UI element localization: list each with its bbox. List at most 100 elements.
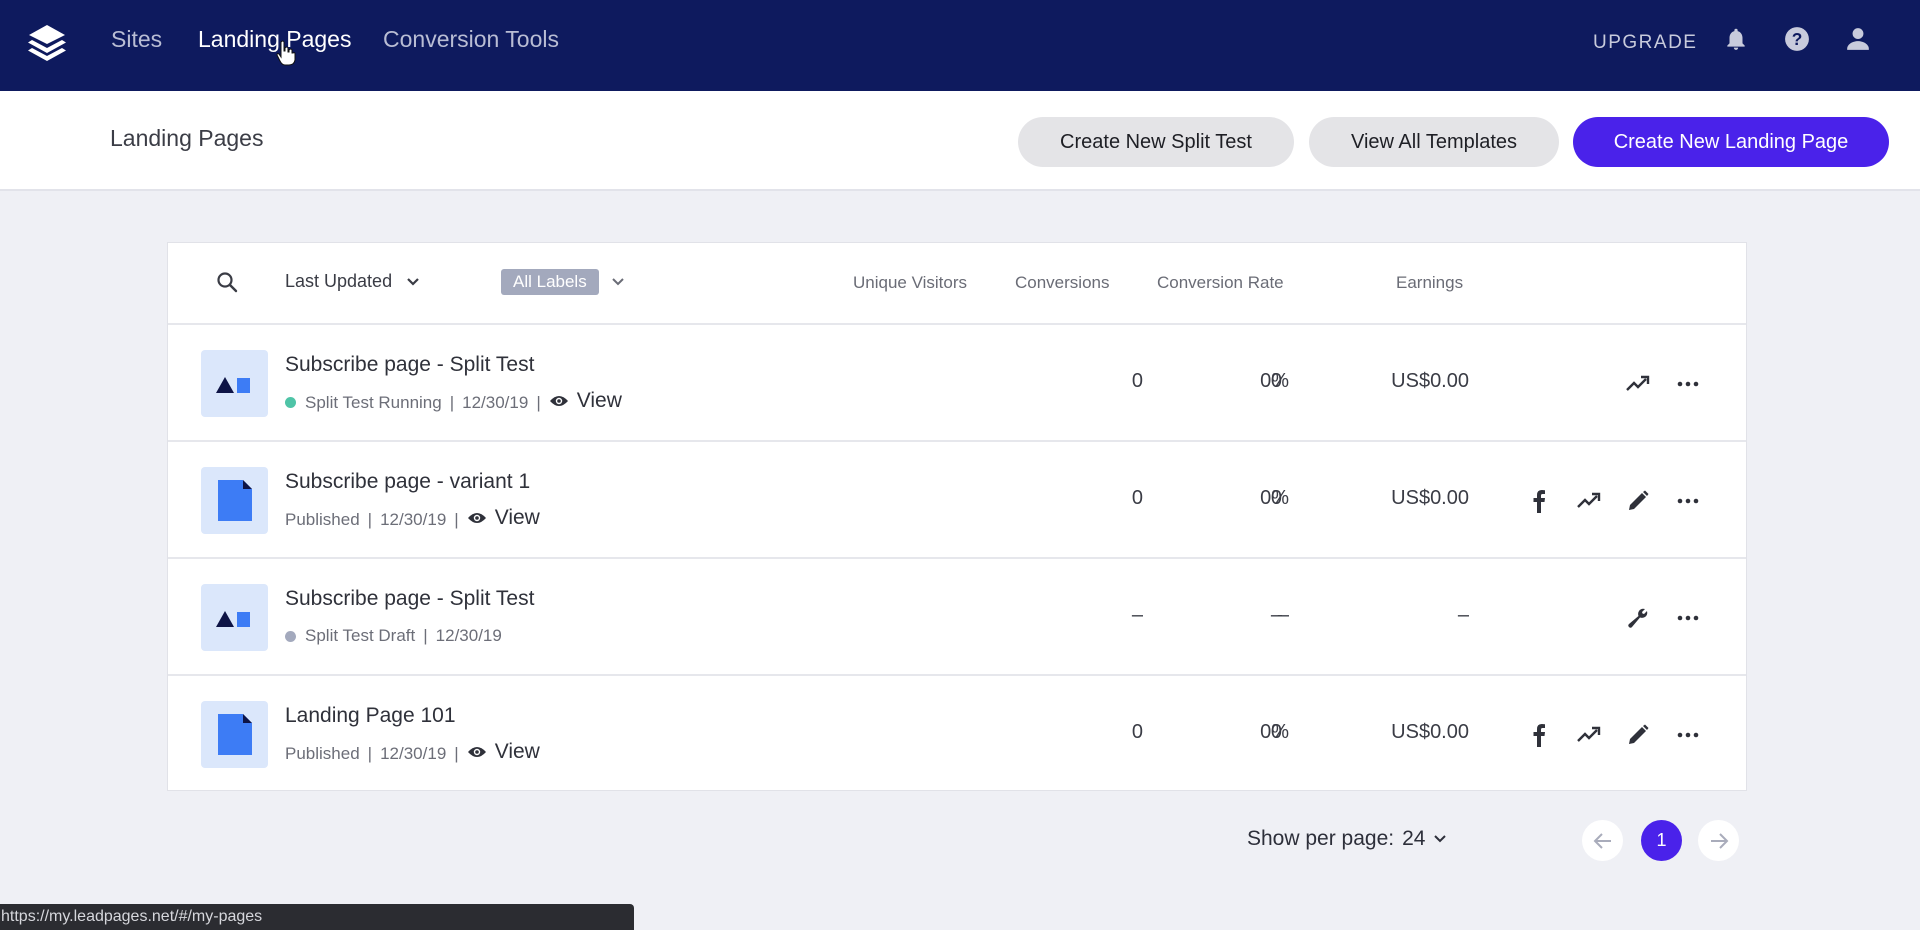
- arrow-left-icon: [1593, 832, 1611, 849]
- page-title-link[interactable]: Subscribe page - variant 1: [285, 470, 530, 494]
- separator: |: [449, 392, 455, 412]
- split-test-icon: [216, 377, 250, 393]
- separator: |: [367, 509, 373, 529]
- separator: |: [367, 743, 373, 763]
- table-header: Last Updated All Labels Unique Visitors …: [168, 243, 1746, 325]
- status-text: Split Test Draft: [305, 626, 416, 645]
- status-text: Published: [285, 743, 360, 763]
- unique-visitors-value: 0: [1131, 487, 1143, 509]
- eye-icon: [467, 513, 486, 523]
- view-link[interactable]: View: [549, 389, 622, 413]
- search-icon[interactable]: [216, 271, 238, 293]
- pencil-icon[interactable]: [1625, 722, 1651, 748]
- more-icon[interactable]: [1675, 488, 1701, 514]
- next-page-button[interactable]: [1698, 820, 1739, 861]
- per-page-value: 24: [1402, 827, 1426, 850]
- trending-up-icon[interactable]: [1576, 488, 1602, 514]
- bell-icon[interactable]: [1723, 26, 1749, 52]
- chevron-down-icon: [407, 277, 419, 286]
- unique-visitors-value: –: [1131, 604, 1143, 626]
- table-row: Landing Page 101 Published | 12/30/19 | …: [168, 676, 1746, 793]
- more-icon[interactable]: [1675, 371, 1701, 397]
- nav-sites[interactable]: Sites: [111, 26, 162, 53]
- chevron-down-icon: [612, 278, 624, 286]
- more-icon[interactable]: [1675, 722, 1701, 748]
- earnings-value: US$0.00: [1391, 721, 1469, 743]
- page-1-button[interactable]: 1: [1641, 820, 1682, 861]
- conversion-rate-value: 0%: [1260, 487, 1289, 509]
- sort-label: Last Updated: [285, 271, 393, 291]
- view-link[interactable]: View: [467, 506, 540, 530]
- conversion-rate-value: –: [1277, 604, 1289, 626]
- wrench-icon[interactable]: [1625, 605, 1651, 631]
- separator: |: [536, 392, 541, 412]
- view-label: View: [494, 740, 540, 763]
- trending-up-icon[interactable]: [1625, 371, 1651, 397]
- link-status-bar: https://my.leadpages.net/#/my-pages: [0, 904, 634, 930]
- date-text: 12/30/19: [380, 509, 447, 529]
- view-all-templates-button[interactable]: View All Templates: [1309, 117, 1559, 167]
- top-nav: Sites Landing Pages Conversion Tools UPG…: [0, 0, 1920, 91]
- pages-table: Last Updated All Labels Unique Visitors …: [167, 242, 1747, 791]
- earnings-value: US$0.00: [1391, 487, 1469, 509]
- row-meta: Published | 12/30/19 | View: [285, 740, 540, 764]
- facebook-icon[interactable]: [1526, 722, 1552, 748]
- pencil-icon[interactable]: [1625, 488, 1651, 514]
- row-meta: Split Test Draft | 12/30/19: [285, 626, 502, 646]
- status-dot-running: [285, 397, 296, 408]
- chevron-down-icon: [1434, 835, 1447, 843]
- column-conversion-rate[interactable]: Conversion Rate: [1157, 273, 1284, 293]
- column-earnings[interactable]: Earnings: [1396, 273, 1463, 293]
- create-split-test-button[interactable]: Create New Split Test: [1018, 117, 1294, 167]
- separator: |: [423, 626, 428, 645]
- prev-page-button[interactable]: [1582, 820, 1623, 861]
- split-test-thumbnail[interactable]: [201, 584, 268, 651]
- status-dot-draft: [285, 630, 296, 642]
- facebook-icon[interactable]: [1526, 488, 1552, 514]
- sort-dropdown[interactable]: Last Updated: [285, 271, 420, 292]
- page-title-link[interactable]: Subscribe page - Split Test: [285, 353, 534, 377]
- row-meta: Split Test Running | 12/30/19 | View: [285, 389, 622, 413]
- eye-icon: [549, 396, 568, 406]
- conversion-rate-value: 0%: [1260, 721, 1289, 743]
- page-thumbnail[interactable]: [201, 467, 268, 534]
- split-test-icon: [216, 611, 250, 627]
- column-conversions[interactable]: Conversions: [1015, 273, 1110, 293]
- table-row: Subscribe page - variant 1 Published | 1…: [168, 442, 1746, 559]
- conversion-rate-value: 0%: [1260, 370, 1289, 392]
- layers-logo-icon[interactable]: [24, 22, 70, 62]
- labels-chip: All Labels: [501, 269, 599, 295]
- page-thumbnail[interactable]: [201, 701, 268, 768]
- view-link[interactable]: View: [467, 740, 540, 764]
- separator: |: [454, 743, 459, 763]
- view-label: View: [576, 389, 622, 412]
- per-page-dropdown[interactable]: Show per page: 24: [1247, 827, 1447, 851]
- date-text: 12/30/19: [435, 626, 502, 645]
- column-unique-visitors[interactable]: Unique Visitors: [853, 273, 967, 293]
- create-landing-page-button[interactable]: Create New Landing Page: [1573, 117, 1889, 167]
- earnings-value: US$0.00: [1391, 370, 1469, 392]
- view-label: View: [494, 506, 540, 529]
- page-icon: [218, 714, 252, 755]
- nav-conversion-tools[interactable]: Conversion Tools: [383, 26, 559, 53]
- status-text: Published: [285, 509, 360, 529]
- page-header: Landing Pages Create New Split Test View…: [0, 91, 1920, 191]
- arrow-right-icon: [1710, 832, 1728, 849]
- unique-visitors-value: 0: [1131, 370, 1143, 392]
- hand-cursor-icon: [276, 40, 296, 66]
- more-icon[interactable]: [1675, 605, 1701, 631]
- row-meta: Published | 12/30/19 | View: [285, 506, 540, 530]
- upgrade-link[interactable]: UPGRADE: [1593, 32, 1697, 54]
- date-text: 12/30/19: [380, 743, 447, 763]
- nav-landing-pages[interactable]: Landing Pages: [198, 26, 351, 53]
- help-icon[interactable]: ?: [1784, 26, 1810, 52]
- trending-up-icon[interactable]: [1576, 722, 1602, 748]
- per-page-label: Show per page:: [1247, 827, 1395, 850]
- page-title-link[interactable]: Landing Page 101: [285, 704, 456, 728]
- table-row: Subscribe page - Split Test Split Test D…: [168, 559, 1746, 676]
- svg-text:?: ?: [1792, 29, 1803, 49]
- labels-filter-dropdown[interactable]: All Labels: [501, 269, 625, 295]
- page-title-link[interactable]: Subscribe page - Split Test: [285, 587, 534, 611]
- split-test-thumbnail[interactable]: [201, 350, 268, 417]
- user-icon[interactable]: [1845, 26, 1871, 52]
